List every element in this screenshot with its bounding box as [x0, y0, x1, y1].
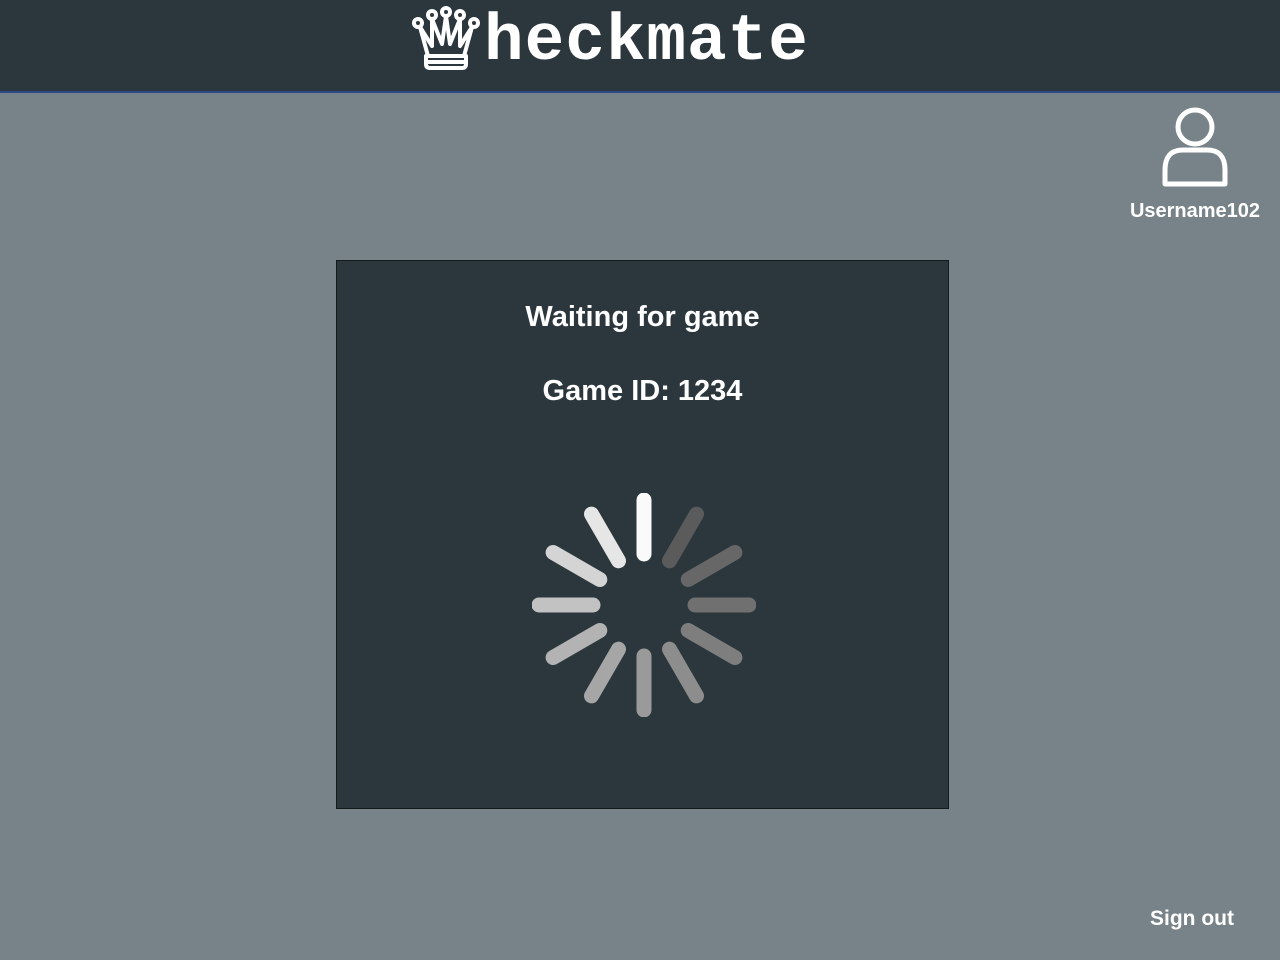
waiting-panel: Waiting for game Game ID: 1234	[336, 260, 949, 809]
user-profile[interactable]: Username102	[1116, 104, 1274, 223]
app-header: heckmate	[0, 0, 1280, 93]
waiting-title: Waiting for game	[525, 301, 760, 333]
brand-title: heckmate	[484, 4, 809, 79]
username-label: Username102	[1129, 200, 1261, 222]
user-icon	[1162, 107, 1228, 187]
brand-logo[interactable]: heckmate	[410, 2, 809, 82]
queen-crown-icon	[412, 6, 480, 70]
sign-out-button[interactable]: Sign out	[1150, 907, 1234, 931]
loading-spinner-icon	[532, 493, 756, 717]
game-id-label: Game ID: 1234	[542, 375, 743, 407]
